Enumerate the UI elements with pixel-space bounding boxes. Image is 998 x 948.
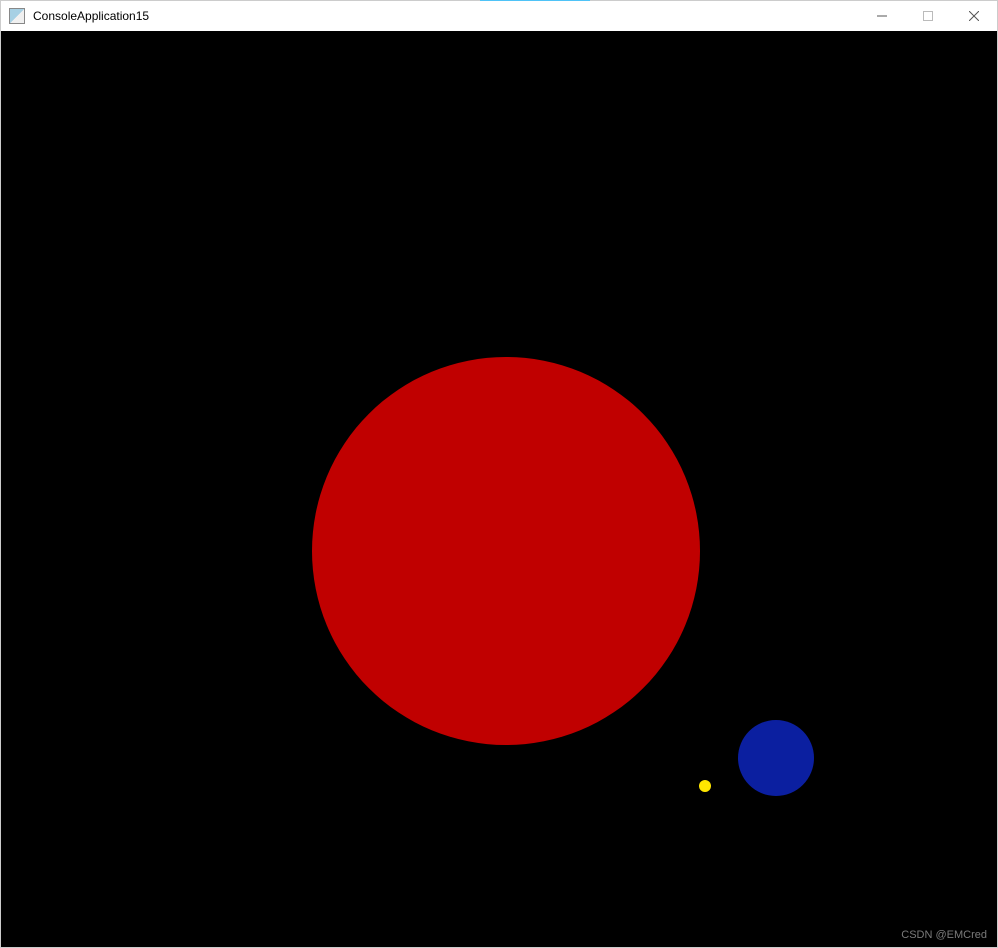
yellow-circle xyxy=(699,780,711,792)
minimize-icon xyxy=(877,11,887,21)
maximize-icon xyxy=(923,11,933,21)
watermark-text: CSDN @EMCred xyxy=(901,929,987,941)
window-controls xyxy=(859,1,997,31)
window-title: ConsoleApplication15 xyxy=(33,9,149,23)
canvas-area[interactable]: CSDN @EMCred xyxy=(1,31,997,947)
minimize-button[interactable] xyxy=(859,1,905,31)
app-window: ConsoleApplication15 CSDN @EMCred xyxy=(0,0,998,948)
maximize-button[interactable] xyxy=(905,1,951,31)
red-circle xyxy=(312,357,700,745)
close-icon xyxy=(969,11,979,21)
close-button[interactable] xyxy=(951,1,997,31)
blue-circle xyxy=(738,720,814,796)
app-icon xyxy=(9,8,25,24)
titlebar[interactable]: ConsoleApplication15 xyxy=(1,1,997,31)
